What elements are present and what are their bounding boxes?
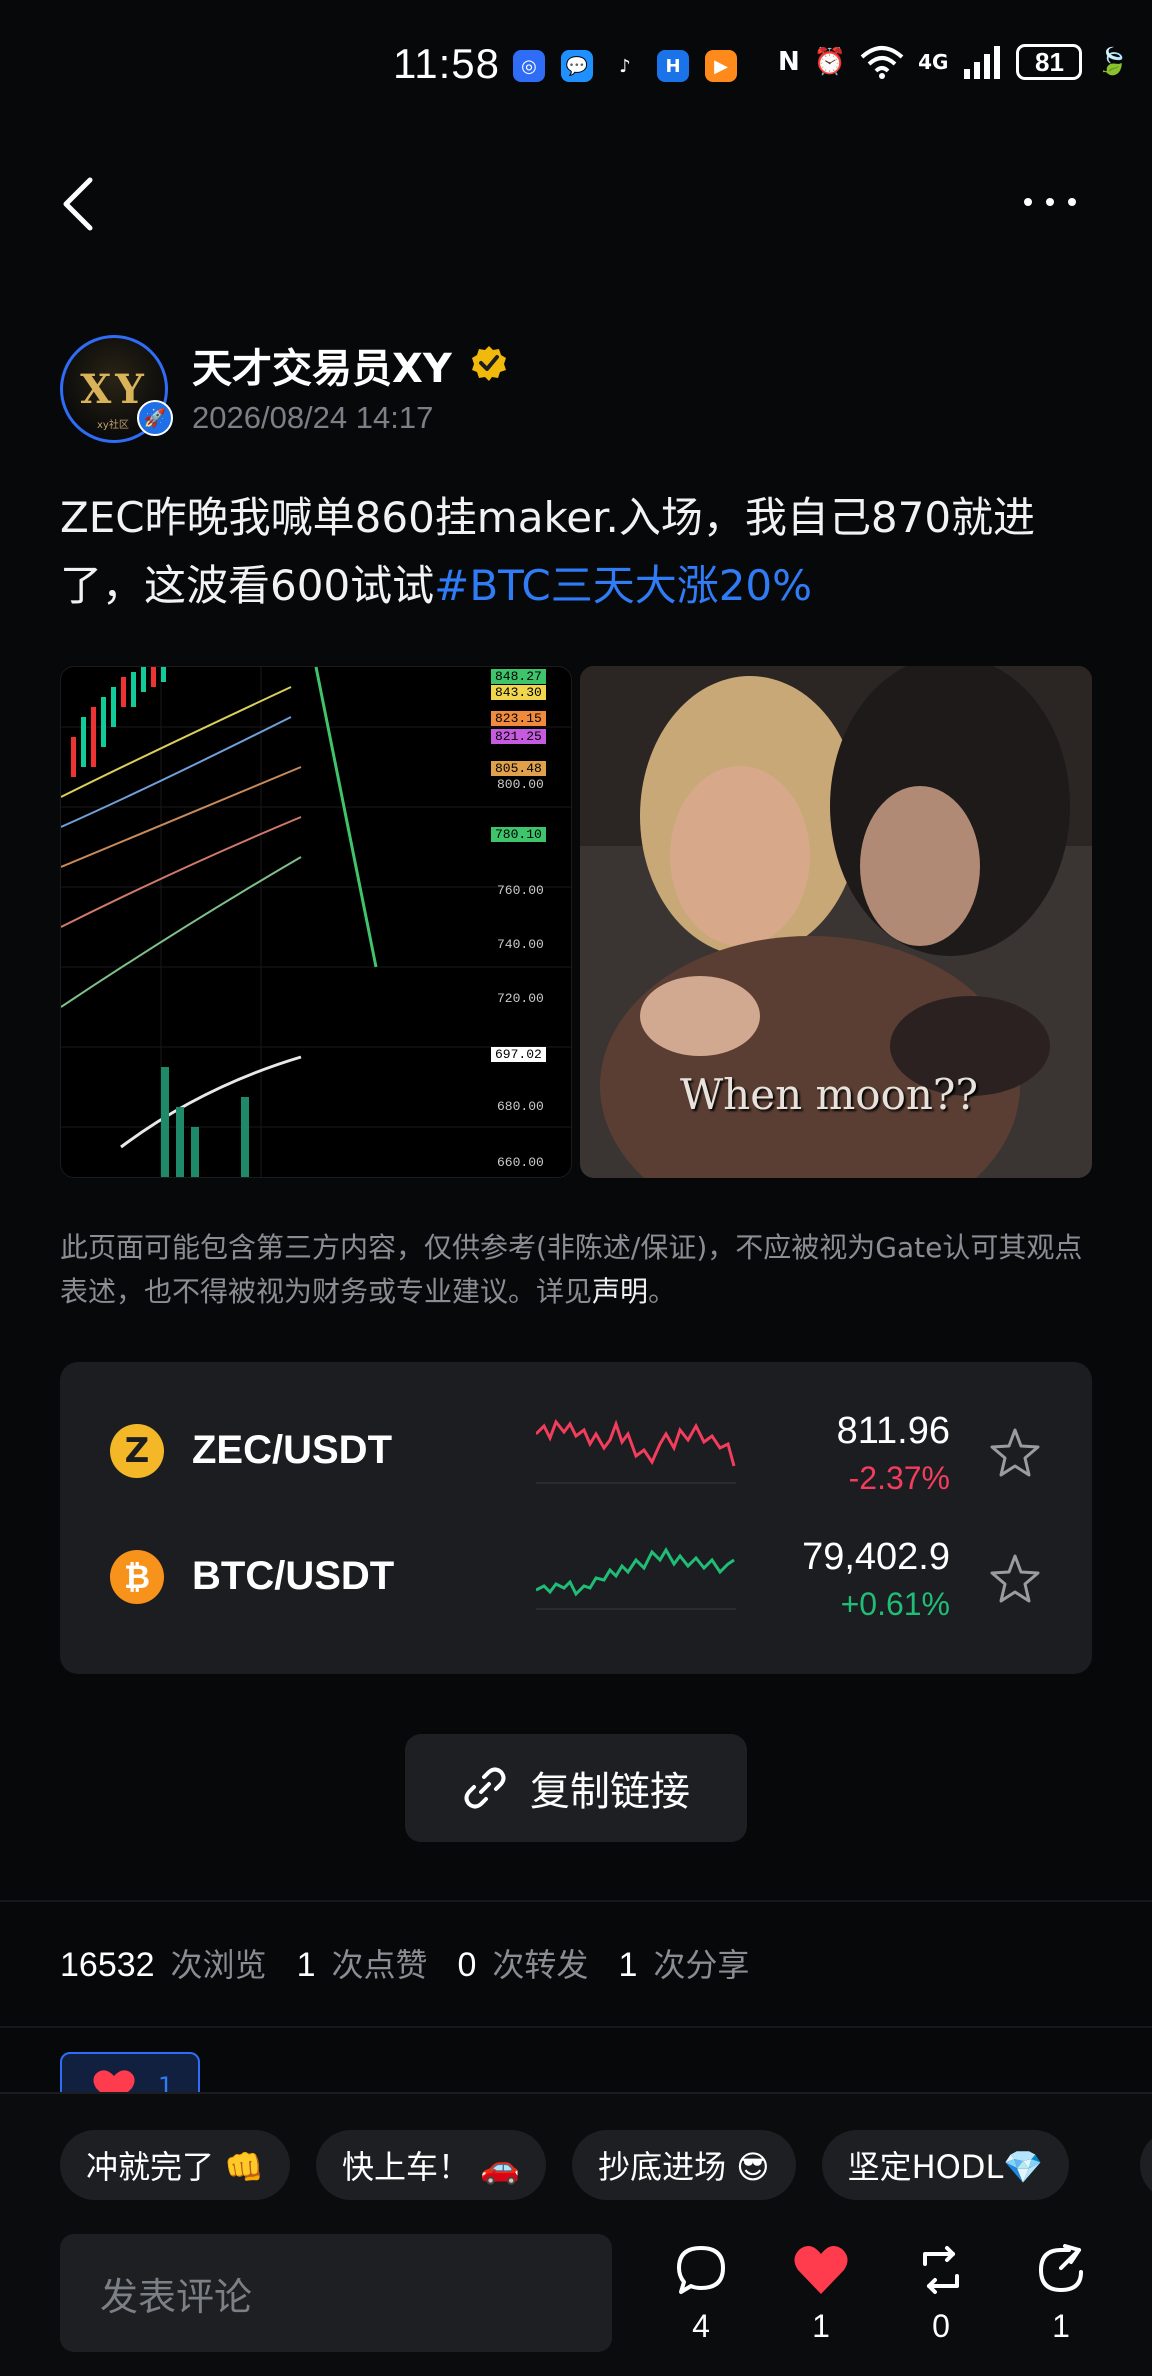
hashtag-link[interactable]: #BTC三天大涨20% (434, 561, 812, 610)
share-icon (1038, 2244, 1083, 2293)
app-h-notification-icon: H (657, 50, 689, 82)
chart-price-label: 760.00 (497, 883, 544, 898)
comment-count: 4 (692, 2308, 710, 2344)
copy-link-label: 复制链接 (530, 1769, 690, 1815)
alarm-icon: ⏰ (813, 47, 847, 77)
views-count: 16532 (60, 1946, 155, 1984)
views-label: 次浏览 (170, 1946, 267, 1984)
pair-change: +0.61% (840, 1586, 950, 1622)
system-icons: N ⏰ 4G 81 🍃 (778, 44, 1129, 80)
btc-sparkline (536, 1547, 736, 1610)
copy-link-button[interactable]: 复制链接 (405, 1734, 747, 1842)
likes-label: 次点赞 (331, 1946, 428, 1984)
author-avatar[interactable]: XY xy社区 🚀 (60, 335, 173, 443)
post-stats: 16532 次浏览 1 次点赞 0 次转发 1 次分享 (60, 1940, 779, 1986)
chart-price-labels: 848.27 843.30 823.15 821.25 805.48 800.0… (489, 667, 571, 1177)
divider (0, 2026, 1152, 2028)
repost-action[interactable]: 0 (896, 2244, 986, 2364)
quick-reply-chip[interactable]: 冲就完了 👊 (60, 2130, 291, 2200)
like-action[interactable]: 1 (776, 2244, 866, 2364)
post-timestamp: 2026/08/24 14:17 (192, 400, 434, 435)
verified-badge-icon (472, 346, 506, 381)
like-count: 1 (812, 2308, 830, 2344)
quick-reply-chip[interactable]: 抄底进场 😎 (572, 2130, 796, 2200)
market-row-zec[interactable]: Z ZEC/USDT 811.96 -2.37% (60, 1384, 1092, 1510)
chart-price-label: 680.00 (497, 1099, 544, 1114)
quick-reply-chip[interactable]: 坚定HODL💎 (821, 2130, 1070, 2200)
chart-price-label: 800.00 (497, 777, 544, 792)
pair-name: BTC/USDT (192, 1554, 395, 1598)
avatar-sub-text: xy社区 (97, 420, 129, 431)
comment-input[interactable]: 发表评论 (60, 2234, 612, 2352)
chart-price-label: 821.25 (491, 729, 546, 744)
author-name[interactable]: 天才交易员XY (192, 336, 452, 394)
signal-icon (964, 46, 1001, 79)
chart-price-label: 805.48 (491, 761, 546, 776)
zec-coin-icon: Z (110, 1424, 164, 1478)
chart-price-label: 740.00 (497, 937, 544, 952)
pair-change: -2.37% (848, 1460, 950, 1496)
rocket-badge-icon: 🚀 (137, 400, 173, 436)
share-action[interactable]: 1 (1016, 2244, 1106, 2364)
share-count: 1 (1052, 2308, 1070, 2344)
notification-icons: ◎ 💬 ♪ H ▶ (513, 50, 737, 82)
shares-label: 次分享 (653, 1946, 750, 1984)
avatar-logo-text: XY (80, 365, 148, 413)
reposts-label: 次转发 (492, 1946, 589, 1984)
chart-price-label: 848.27 (491, 669, 546, 684)
btc-coin-icon: ₿ (110, 1550, 164, 1604)
tiktok-notification-icon: ♪ (619, 55, 631, 77)
divider (0, 1900, 1152, 1902)
more-options-icon[interactable] (1024, 190, 1088, 214)
play-notification-icon: ▶ (705, 50, 737, 82)
heart-filled-icon (794, 2245, 848, 2294)
favorite-star-icon[interactable] (988, 1426, 1042, 1480)
status-bar: 11:58 ◎ 💬 ♪ H ▶ N ⏰ 4G 81 🍃 (0, 0, 1152, 130)
status-time: 11:58 (393, 40, 500, 87)
meme-gif-image[interactable]: When moon?? (580, 666, 1092, 1178)
repost-icon (923, 2246, 959, 2294)
link-icon (464, 1767, 506, 1809)
disclaimer: 此页面可能包含第三方内容，仅供参考(非陈述/保证)，不应被视为Gate认可其观点… (60, 1226, 1100, 1314)
pair-name: ZEC/USDT (192, 1428, 392, 1472)
chart-price-label: 720.00 (497, 991, 544, 1006)
post-content: ZEC昨晚我喊单860挂maker.入场，我自己870就进了，这波看600试试#… (60, 484, 1100, 620)
quick-reply-chip[interactable]: 快上车！ 🚗 (316, 2130, 547, 2200)
wifi-icon (860, 46, 904, 79)
app-notification-icon: ◎ (513, 50, 545, 82)
back-arrow-icon[interactable] (56, 176, 106, 232)
leaf-icon: 🍃 (1096, 47, 1129, 77)
disclaimer-link[interactable]: 声明 (592, 1275, 648, 1308)
market-card: Z ZEC/USDT 811.96 -2.37% ₿ BTC/USDT 79,4… (60, 1362, 1092, 1674)
message-notification-icon: 💬 (561, 50, 593, 82)
quick-reply-chips: 冲就完了 👊 快上车！ 🚗 抄底进场 😎 坚定HODL💎 (60, 2130, 1070, 2200)
chart-price-label: 823.15 (491, 711, 546, 726)
pair-price: 79,402.9 (802, 1536, 950, 1578)
zec-sparkline (536, 1419, 736, 1484)
chart-price-label: 660.00 (497, 1155, 544, 1170)
repost-count: 0 (932, 2308, 950, 2344)
chart-price-label: 843.30 (491, 685, 546, 700)
battery-indicator: 81 (1016, 44, 1083, 80)
quick-reply-chip-partial[interactable] (1140, 2130, 1152, 2200)
shares-count: 1 (618, 1946, 638, 1984)
network-label: 4G (918, 50, 949, 74)
comment-icon (677, 2246, 725, 2294)
comment-action[interactable]: 4 (656, 2244, 746, 2364)
disclaimer-end: 。 (648, 1275, 677, 1308)
bottom-bar: 冲就完了 👊 快上车！ 🚗 抄底进场 😎 坚定HODL💎 发表评论 4 1 0 … (0, 2092, 1152, 2376)
chart-price-label: 780.10 (491, 827, 546, 842)
chart-screenshot-image[interactable]: 848.27 843.30 823.15 821.25 805.48 800.0… (60, 666, 572, 1178)
chart-price-label: 697.02 (491, 1047, 546, 1062)
gif-caption: When moon?? (680, 1070, 978, 1119)
disclaimer-text: 此页面可能包含第三方内容，仅供参考(非陈述/保证)，不应被视为Gate认可其观点… (60, 1231, 1083, 1308)
pair-price: 811.96 (836, 1410, 950, 1452)
nfc-icon: N (778, 47, 800, 77)
favorite-star-icon[interactable] (988, 1552, 1042, 1606)
market-row-btc[interactable]: ₿ BTC/USDT 79,402.9 +0.61% (60, 1510, 1092, 1636)
reposts-count: 0 (457, 1946, 477, 1984)
likes-count: 1 (296, 1946, 316, 1984)
